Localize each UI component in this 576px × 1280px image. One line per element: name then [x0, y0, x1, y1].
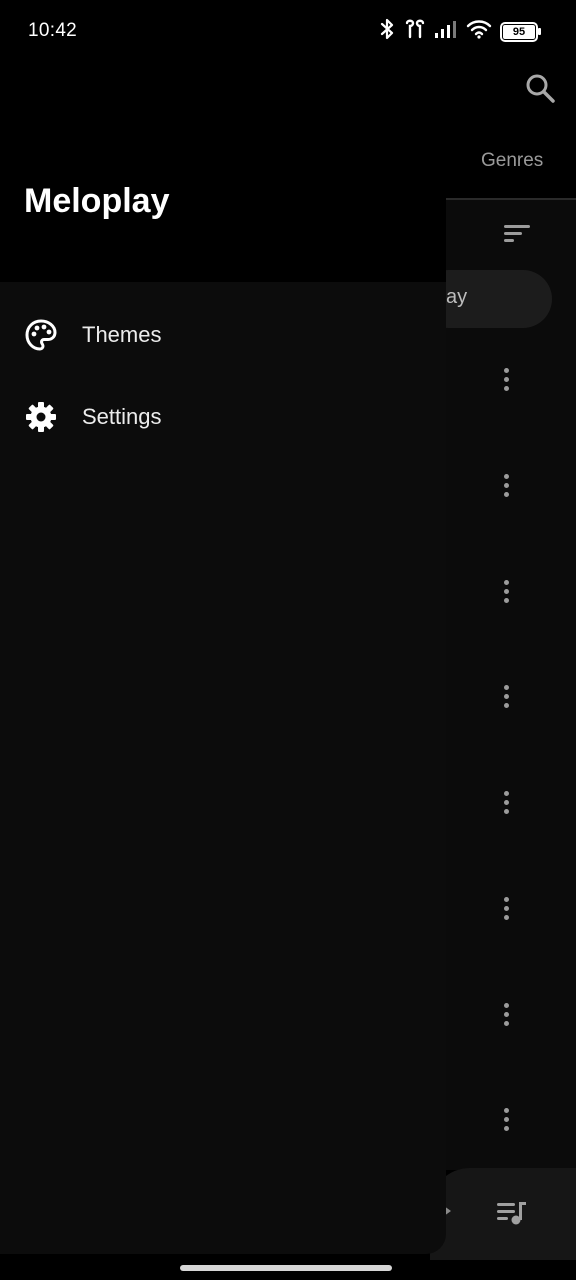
more-vert-icon[interactable]: [499, 685, 513, 715]
more-vert-icon[interactable]: [499, 580, 513, 610]
drawer-item-label: Themes: [82, 322, 162, 347]
drawer-item-label: Settings: [82, 404, 162, 429]
search-icon[interactable]: [522, 70, 558, 106]
battery-level: 95: [512, 25, 526, 38]
queue-music-icon[interactable]: [495, 1198, 529, 1228]
palette-icon: [24, 318, 58, 352]
more-vert-icon[interactable]: [499, 474, 513, 504]
app-title: Meloplay: [24, 182, 170, 220]
home-indicator[interactable]: [180, 1265, 392, 1271]
more-vert-icon[interactable]: [499, 368, 513, 398]
tab-genres[interactable]: Genres: [481, 150, 543, 172]
drawer-item-settings[interactable]: Settings: [0, 382, 446, 452]
sort-icon[interactable]: [502, 222, 532, 246]
navigation-drawer: Meloplay Themes Settings: [0, 0, 446, 1254]
wifi-icon: [466, 19, 492, 44]
status-icons: 95: [378, 18, 541, 45]
signal-icon: [434, 19, 458, 44]
more-vert-icon[interactable]: [499, 791, 513, 821]
earbuds-icon: [404, 18, 426, 45]
more-vert-icon[interactable]: [499, 1003, 513, 1033]
drawer-item-themes[interactable]: Themes: [0, 300, 446, 370]
play-all-label: ay: [446, 286, 468, 308]
status-bar: 10:42 95: [0, 0, 576, 62]
battery-icon: 95: [500, 21, 541, 42]
more-vert-icon[interactable]: [499, 1108, 513, 1138]
gear-icon: [24, 400, 58, 434]
more-vert-icon[interactable]: [499, 897, 513, 927]
status-time: 10:42: [28, 20, 78, 41]
bluetooth-icon: [378, 18, 396, 45]
app-logo: [26, 82, 116, 152]
